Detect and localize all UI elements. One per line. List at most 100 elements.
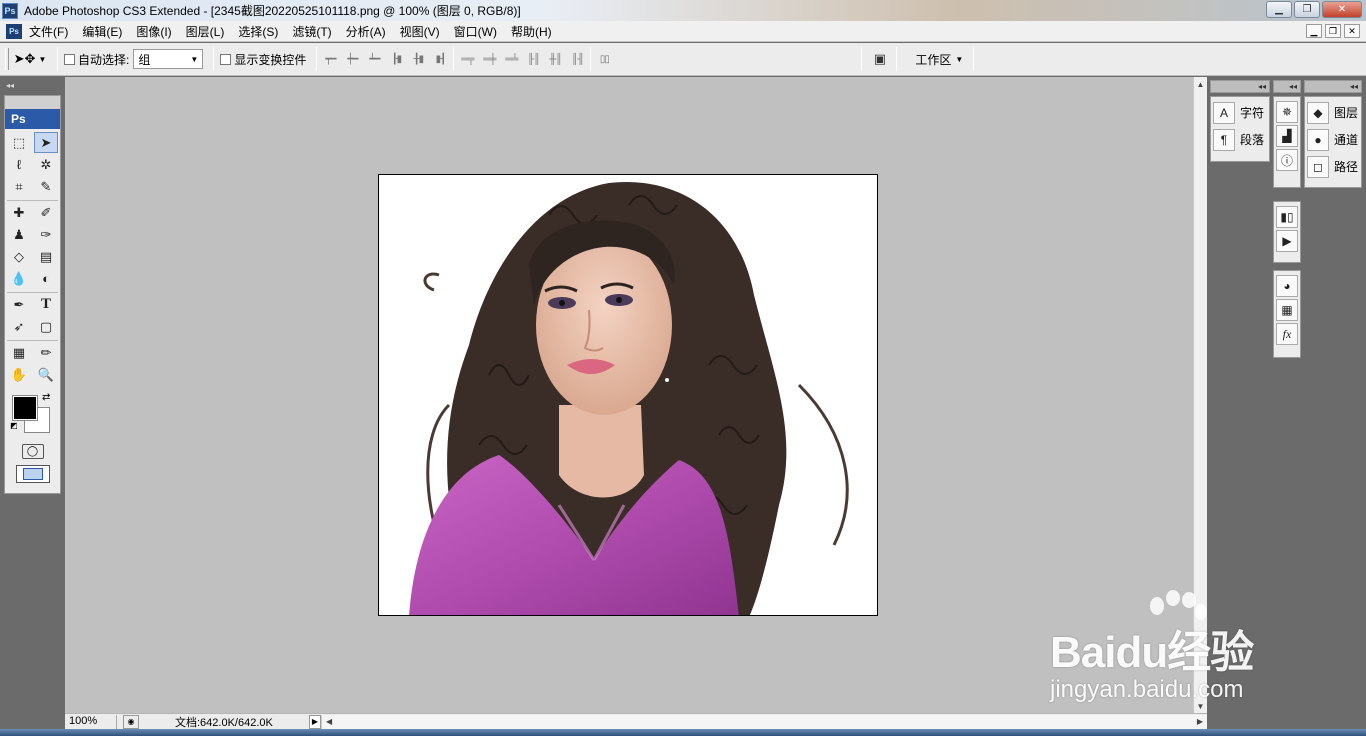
bridge-icon[interactable]: ▣ (868, 51, 890, 66)
align-right-icon[interactable]: ▮┨ (433, 52, 447, 66)
align-vcenter-icon[interactable]: ┿━ (345, 52, 359, 66)
distribute-bottom-icon[interactable]: ═╧ (504, 52, 518, 66)
dodge-tool-icon[interactable]: ◐ (34, 268, 58, 289)
dock-header-tools[interactable]: ◂◂ (1273, 80, 1301, 93)
scroll-right-icon[interactable]: ▶ (1197, 717, 1203, 726)
distribute-right-icon[interactable]: ║╢ (570, 52, 584, 66)
toolbox-header[interactable] (5, 96, 60, 109)
workspace-menu[interactable]: 工作区 ▼ (915, 51, 963, 68)
distribute-hcenter-icon[interactable]: ╫║ (548, 52, 562, 66)
layers-label: 图层 (1334, 106, 1359, 120)
align-bottom-icon[interactable]: ┷━ (367, 52, 381, 66)
window-title: Adobe Photoshop CS3 Extended - [2345截图20… (24, 4, 521, 18)
dock-header-char[interactable]: ◂◂ (1210, 80, 1270, 93)
menu-app-icon[interactable]: Ps (6, 23, 22, 39)
zoom-level[interactable]: 100% (65, 714, 117, 729)
screen-mode-button[interactable] (15, 465, 50, 483)
divider (57, 47, 58, 71)
scroll-up-icon[interactable]: ▲ (1194, 77, 1207, 91)
distribute-vcenter-icon[interactable]: ═╪ (482, 52, 496, 66)
pen-tool-icon[interactable]: ✒ (7, 294, 31, 315)
history-icon[interactable]: ▮▯ (1276, 206, 1298, 228)
type-tool-icon[interactable]: T (34, 294, 58, 315)
align-hcenter-icon[interactable]: ╂▮ (411, 52, 425, 66)
minimize-button[interactable]: ▁ (1266, 1, 1292, 18)
zoom-tool-icon[interactable]: 🔍 (34, 364, 58, 385)
divider (7, 338, 58, 341)
align-left-icon[interactable]: ┠▮ (389, 52, 403, 66)
slice-tool-icon[interactable]: ✎ (34, 176, 58, 197)
collapse-dock-icon[interactable]: ◂◂ (6, 81, 14, 90)
show-transform-label: 显示变换控件 (234, 52, 307, 67)
swatches-icon[interactable]: ▦ (1276, 299, 1298, 321)
eyedropper-tool-icon[interactable]: ✏ (34, 342, 58, 363)
auto-select-dropdown[interactable]: 组 ▼ (133, 49, 204, 69)
brush-tool-icon[interactable]: ✐ (34, 202, 58, 223)
paragraph-panel-tab[interactable]: ¶ 段落 (1213, 126, 1267, 153)
show-transform-checkbox[interactable] (220, 53, 232, 65)
gradient-tool-icon[interactable]: ▤ (34, 246, 58, 267)
channels-panel-tab[interactable]: ● 通道 (1307, 126, 1359, 153)
menu-filter[interactable]: 滤镜(T) (285, 23, 338, 40)
shape-tool-icon[interactable]: ▢ (34, 316, 58, 337)
auto-align-layers-icon[interactable]: ▯▯ (597, 52, 611, 66)
menu-analysis[interactable]: 分析(A) (339, 23, 393, 40)
history-brush-tool-icon[interactable]: ✑ (34, 224, 58, 245)
horizontal-scrollbar[interactable]: ◀ ▶ (321, 714, 1207, 729)
align-top-icon[interactable]: ┯━ (323, 52, 337, 66)
foreground-color-swatch[interactable] (12, 395, 38, 421)
status-info-icon[interactable]: ◉ (123, 714, 139, 729)
notes-tool-icon[interactable]: ▦ (7, 342, 31, 363)
magic-wand-tool-icon[interactable]: ✲ (34, 154, 58, 175)
menu-help[interactable]: 帮助(H) (504, 23, 559, 40)
menu-file[interactable]: 文件(F) (22, 23, 75, 40)
character-panel-tab[interactable]: A 字符 (1213, 99, 1267, 126)
paragraph-icon: ¶ (1213, 128, 1235, 151)
color-icon[interactable]: ◕ (1276, 275, 1298, 297)
hand-tool-icon[interactable]: ✋ (7, 364, 31, 385)
auto-select-checkbox[interactable] (64, 53, 75, 65)
menu-edit[interactable]: 编辑(E) (75, 23, 129, 40)
swap-colors-icon[interactable]: ⇄ (42, 392, 50, 403)
doc-restore-button[interactable]: ❐ (1325, 24, 1341, 38)
menu-view[interactable]: 视图(V) (393, 23, 447, 40)
lasso-tool-icon[interactable]: ℓ (7, 154, 31, 175)
healing-brush-tool-icon[interactable]: ✚ (7, 202, 31, 223)
marquee-tool-icon[interactable]: ⬚ (7, 132, 31, 153)
close-button[interactable]: ✕ (1322, 1, 1362, 18)
tool-preset-picker[interactable]: ➤✥ ▼ (9, 47, 51, 71)
history-panel-group: ▮▯ ▶ (1273, 201, 1301, 263)
doc-close-button[interactable]: ✕ (1344, 24, 1360, 38)
quick-mask-button[interactable]: ◯ (21, 444, 44, 459)
clone-stamp-tool-icon[interactable]: ♟ (7, 224, 31, 245)
blur-tool-icon[interactable]: 💧 (7, 268, 31, 289)
doc-minimize-button[interactable]: ▁ (1306, 24, 1322, 38)
menu-layer[interactable]: 图层(L) (179, 23, 232, 40)
crop-tool-icon[interactable]: ⌗ (7, 176, 31, 197)
menu-window[interactable]: 窗口(W) (447, 23, 504, 40)
path-selection-tool-icon[interactable]: ➶ (7, 316, 31, 337)
eraser-tool-icon[interactable]: ◇ (7, 246, 31, 267)
baidu-watermark: Baidu经验 jingyan.baidu.com (1048, 590, 1348, 710)
histogram-icon[interactable]: ▟ (1276, 125, 1298, 147)
paths-panel-tab[interactable]: ◻ 路径 (1307, 153, 1359, 180)
scroll-left-icon[interactable]: ◀ (326, 717, 332, 726)
move-tool-icon[interactable]: ➤ (34, 132, 58, 153)
default-colors-icon[interactable]: ◩ (10, 421, 18, 430)
info-icon[interactable]: ⓘ (1276, 149, 1298, 171)
styles-icon[interactable]: fx (1276, 323, 1298, 345)
distribute-top-icon[interactable]: ═╤ (460, 52, 474, 66)
menu-select[interactable]: 选择(S) (231, 23, 285, 40)
status-menu-icon[interactable]: ▶ (309, 714, 321, 729)
divider (896, 47, 898, 71)
document-canvas[interactable] (378, 174, 878, 616)
distribute-left-icon[interactable]: ╟║ (526, 52, 540, 66)
menu-image[interactable]: 图像(I) (129, 23, 178, 40)
divider (453, 47, 455, 71)
actions-icon[interactable]: ▶ (1276, 230, 1298, 252)
navigator-icon[interactable]: ✵ (1276, 101, 1298, 123)
restore-button[interactable]: ❐ (1294, 1, 1320, 18)
paths-label: 路径 (1334, 160, 1359, 174)
dock-header-layers[interactable]: ◂◂ (1304, 80, 1362, 93)
layers-panel-tab[interactable]: ◆ 图层 (1307, 99, 1359, 126)
